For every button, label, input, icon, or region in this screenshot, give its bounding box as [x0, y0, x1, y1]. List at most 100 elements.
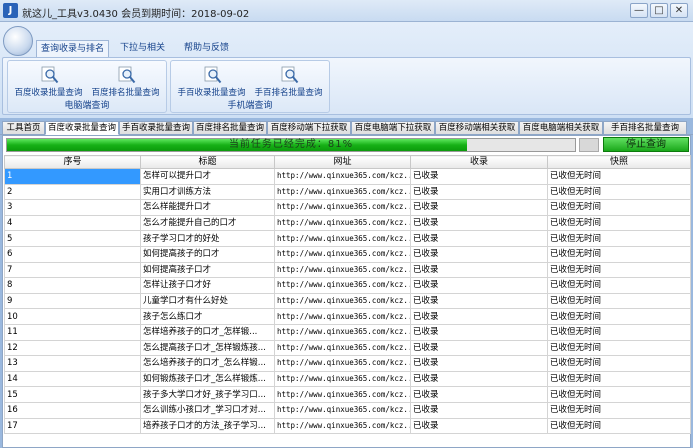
stop-query-button[interactable]: 停止查询 — [603, 137, 689, 152]
row-index-cell: 1 — [4, 168, 141, 185]
row-index-cell: 17 — [4, 417, 141, 435]
row-url-cell: http://www.qinxue365.com/kcz... — [274, 386, 411, 403]
document-tab-strip: 工具首页 百度收录批量查询 手百收录批量查询 百度排名批量查询 百度移动端下拉获… — [0, 121, 693, 135]
doc-tab-home[interactable]: 工具首页 — [2, 121, 45, 135]
doc-tab-baidu-rank[interactable]: 百度排名批量查询 — [193, 121, 267, 135]
row-indexed-cell: 已收录 — [410, 183, 548, 201]
ribbon-tab-help[interactable]: 帮助与反馈 — [180, 40, 233, 57]
row-url-cell: http://www.qinxue365.com/kcz... — [274, 323, 411, 341]
row-title-cell: 培养孩子口才的方法_孩子学习... — [140, 417, 275, 435]
row-index-cell: 14 — [4, 370, 141, 388]
row-snapshot-cell: 已收但无时间 — [547, 261, 691, 279]
ribbon-tab-dropdown[interactable]: 下拉与相关 — [116, 40, 169, 57]
table-row[interactable]: 12 怎么提高孩子口才_怎样锻炼孩... http://www.qinxue365.… — [4, 339, 691, 357]
row-index-cell: 13 — [4, 355, 141, 372]
row-indexed-cell: 已收录 — [410, 230, 548, 247]
table-row[interactable]: 4 怎么才能提升自己的口才 http://www.qinxue365.com/kcz… — [4, 214, 691, 232]
application-orb-button[interactable] — [3, 26, 33, 56]
search-icon — [118, 66, 136, 84]
doc-tab-pc-related[interactable]: 百度电脑端相关获取 — [519, 121, 603, 135]
row-indexed-cell: 已收录 — [410, 292, 548, 310]
table-row[interactable]: 3 怎么样能提升口才 http://www.qinxue365.com/kcz...… — [4, 199, 691, 216]
row-index-cell: 10 — [4, 308, 141, 325]
row-indexed-cell: 已收录 — [410, 214, 548, 232]
ribbon-button-label: 手百收录批量查询 — [177, 88, 246, 98]
column-header-index[interactable]: 序号 — [4, 155, 141, 169]
column-header-snapshot[interactable]: 快照 — [547, 155, 691, 169]
table-row[interactable]: 6 如何提高孩子的口才 http://www.qinxue365.com/kcz..… — [4, 245, 691, 263]
maximize-button[interactable]: □ — [650, 3, 668, 18]
mobile-index-batch-button[interactable]: 手百收录批量查询 — [174, 64, 249, 100]
group-pc-query: 百度收录批量查询 百度排名批量查询 电脑端查询 — [7, 60, 167, 113]
row-title-cell: 怎么提高孩子口才_怎样锻炼孩... — [140, 339, 275, 357]
row-index-cell: 11 — [4, 323, 141, 341]
row-url-cell: http://www.qinxue365.com/kcz... — [274, 339, 411, 357]
mobile-rank-batch-button[interactable]: 手百排名批量查询 — [251, 64, 326, 100]
table-row[interactable]: 8 怎样让孩子口才好 http://www.qinxue365.com/kcz...… — [4, 277, 691, 294]
title-bar: J 就这儿_工具v3.0430 会员到期时间：2018-09-02 — □ ✕ — [0, 0, 693, 22]
row-index-cell: 15 — [4, 386, 141, 403]
row-url-cell: http://www.qinxue365.com/kcz... — [274, 261, 411, 279]
doc-tab-mobile-index[interactable]: 手百收录批量查询 — [119, 121, 193, 135]
app-icon: J — [3, 3, 18, 18]
row-url-cell: http://www.qinxue365.com/kcz... — [274, 370, 411, 388]
doc-tab-mobile-rank[interactable]: 手百排名批量查询 — [603, 121, 687, 135]
window-title: 就这儿_工具v3.0430 会员到期时间：2018-09-02 — [22, 9, 250, 20]
row-index-cell: 9 — [4, 292, 141, 310]
row-index-cell: 5 — [4, 230, 141, 247]
row-snapshot-cell: 已收但无时间 — [547, 199, 691, 216]
table-row[interactable]: 1 怎样可以提升口才 http://www.qinxue365.com/kcz...… — [4, 168, 691, 185]
row-index-cell: 6 — [4, 245, 141, 263]
minimize-button[interactable]: — — [630, 3, 648, 18]
search-icon — [41, 66, 59, 84]
table-row[interactable]: 2 实用口才训练方法 http://www.qinxue365.com/kcz...… — [4, 183, 691, 201]
baidu-index-batch-button[interactable]: 百度收录批量查询 — [11, 64, 86, 100]
table-row[interactable]: 7 如何提高孩子口才 http://www.qinxue365.com/kcz...… — [4, 261, 691, 279]
search-icon — [204, 66, 222, 84]
row-index-cell: 3 — [4, 199, 141, 216]
table-row[interactable]: 17 培养孩子口才的方法_孩子学习... http://www.qinxue365.… — [4, 417, 691, 435]
row-url-cell: http://www.qinxue365.com/kcz... — [274, 214, 411, 232]
row-url-cell: http://www.qinxue365.com/kcz... — [274, 355, 411, 372]
table-row[interactable]: 10 孩子怎么练口才 http://www.qinxue365.com/kcz...… — [4, 308, 691, 325]
progress-text: 当前任务已经完成：81% — [228, 139, 354, 150]
table-row[interactable]: 16 怎么训练小孩口才_学习口才对... http://www.qinxue365.… — [4, 401, 691, 419]
results-table: 序号 标题 网址 收录 快照 1 怎样可以提升口才 http://www.qinxu… — [4, 155, 691, 435]
row-url-cell: http://www.qinxue365.com/kcz... — [274, 277, 411, 294]
close-button[interactable]: ✕ — [670, 3, 688, 18]
doc-tab-mobile-related[interactable]: 百度移动端相关获取 — [435, 121, 519, 135]
row-title-cell: 实用口才训练方法 — [140, 183, 275, 201]
doc-tab-pc-dropdown[interactable]: 百度电脑端下拉获取 — [351, 121, 435, 135]
table-row[interactable]: 9 儿童学口才有什么好处 http://www.qinxue365.com/kcz.… — [4, 292, 691, 310]
group-label-pc: 电脑端查询 — [64, 101, 110, 111]
column-header-title[interactable]: 标题 — [140, 155, 275, 169]
row-snapshot-cell: 已收但无时间 — [547, 370, 691, 388]
table-row[interactable]: 13 怎么培养孩子的口才_怎么样锻... http://www.qinxue365.… — [4, 355, 691, 372]
row-title-cell: 怎么才能提升自己的口才 — [140, 214, 275, 232]
table-row[interactable]: 11 怎样培养孩子的口才_怎样锻... http://www.qinxue365.c… — [4, 323, 691, 341]
row-snapshot-cell: 已收但无时间 — [547, 230, 691, 247]
row-url-cell: http://www.qinxue365.com/kcz... — [274, 199, 411, 216]
row-snapshot-cell: 已收但无时间 — [547, 339, 691, 357]
row-snapshot-cell: 已收但无时间 — [547, 277, 691, 294]
column-header-url[interactable]: 网址 — [274, 155, 411, 169]
row-indexed-cell: 已收录 — [410, 245, 548, 263]
column-header-indexed[interactable]: 收录 — [410, 155, 548, 169]
table-row[interactable]: 15 孩子多大学口才好_孩子学习口... http://www.qinxue365.… — [4, 386, 691, 403]
row-title-cell: 如何锻炼孩子口才_怎么样锻炼... — [140, 370, 275, 388]
row-url-cell: http://www.qinxue365.com/kcz... — [274, 292, 411, 310]
baidu-rank-batch-button[interactable]: 百度排名批量查询 — [88, 64, 163, 100]
row-snapshot-cell: 已收但无时间 — [547, 417, 691, 435]
row-indexed-cell: 已收录 — [410, 417, 548, 435]
doc-tab-baidu-index[interactable]: 百度收录批量查询 — [45, 121, 119, 135]
ribbon-button-label: 手百排名批量查询 — [254, 88, 323, 98]
table-row[interactable]: 5 孩子学习口才的好处 http://www.qinxue365.com/kcz..… — [4, 230, 691, 247]
table-row[interactable]: 14 如何锻炼孩子口才_怎么样锻炼... http://www.qinxue365.… — [4, 370, 691, 388]
row-title-cell: 孩子怎么练口才 — [140, 308, 275, 325]
row-title-cell: 如何提高孩子口才 — [140, 261, 275, 279]
row-index-cell: 7 — [4, 261, 141, 279]
row-snapshot-cell: 已收但无时间 — [547, 401, 691, 419]
ribbon-tab-query[interactable]: 查询收录与排名 — [36, 40, 110, 57]
doc-tab-mobile-dropdown[interactable]: 百度移动端下拉获取 — [267, 121, 351, 135]
row-snapshot-cell: 已收但无时间 — [547, 292, 691, 310]
